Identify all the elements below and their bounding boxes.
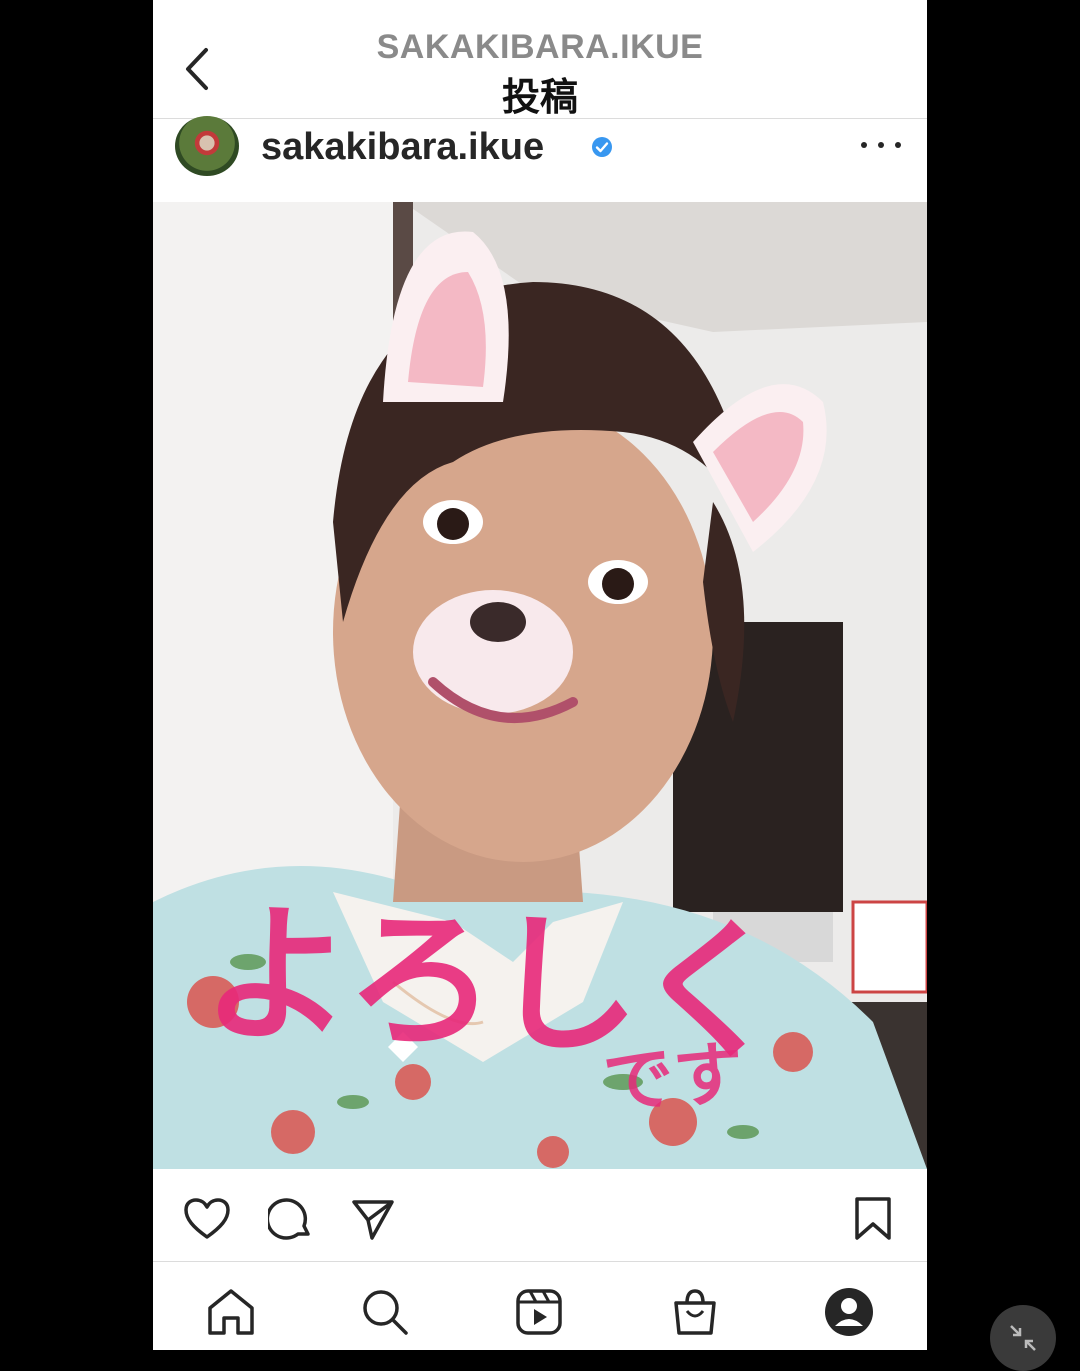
page-title: 投稿	[501, 75, 578, 119]
collapse-floating-button[interactable]	[990, 1305, 1056, 1371]
top-header: SAKAKIBARA.IKUE 投稿	[153, 0, 927, 119]
share-icon	[352, 1200, 394, 1240]
more-options-button[interactable]	[861, 130, 901, 160]
post-action-bar	[153, 1169, 927, 1262]
like-button[interactable]	[181, 1193, 233, 1245]
comment-button[interactable]	[265, 1193, 317, 1245]
share-button[interactable]	[347, 1193, 399, 1245]
post-owner-name[interactable]: sakakibara.ikue	[261, 126, 544, 169]
post-photo	[153, 202, 927, 1169]
dot	[895, 142, 901, 148]
instagram-post-screen: SAKAKIBARA.IKUE 投稿 sakakibara.ikue よろしく …	[153, 0, 927, 1350]
nav-home[interactable]	[203, 1284, 259, 1340]
heart-icon	[184, 1198, 230, 1239]
nav-search[interactable]	[357, 1284, 413, 1340]
collapse-arrows-icon	[1010, 1325, 1036, 1351]
verified-badge-icon	[592, 137, 612, 157]
shop-icon	[674, 1289, 716, 1335]
dot	[861, 142, 867, 148]
search-icon	[363, 1290, 408, 1335]
bottom-navigation	[153, 1262, 927, 1350]
nav-shop[interactable]	[667, 1284, 723, 1340]
post-owner-row: sakakibara.ikue	[153, 116, 927, 202]
comment-icon	[268, 1198, 310, 1240]
reels-icon	[516, 1289, 562, 1335]
bookmark-icon	[855, 1197, 891, 1240]
home-icon	[208, 1289, 254, 1335]
nav-profile[interactable]	[821, 1284, 877, 1340]
post-image[interactable]: よろしく です	[153, 202, 927, 1169]
header-username: SAKAKIBARA.IKUE	[376, 28, 704, 66]
profile-icon	[825, 1288, 873, 1336]
avatar[interactable]	[175, 116, 239, 176]
bookmark-button[interactable]	[847, 1193, 899, 1245]
dot	[878, 142, 884, 148]
nav-reels[interactable]	[511, 1284, 567, 1340]
